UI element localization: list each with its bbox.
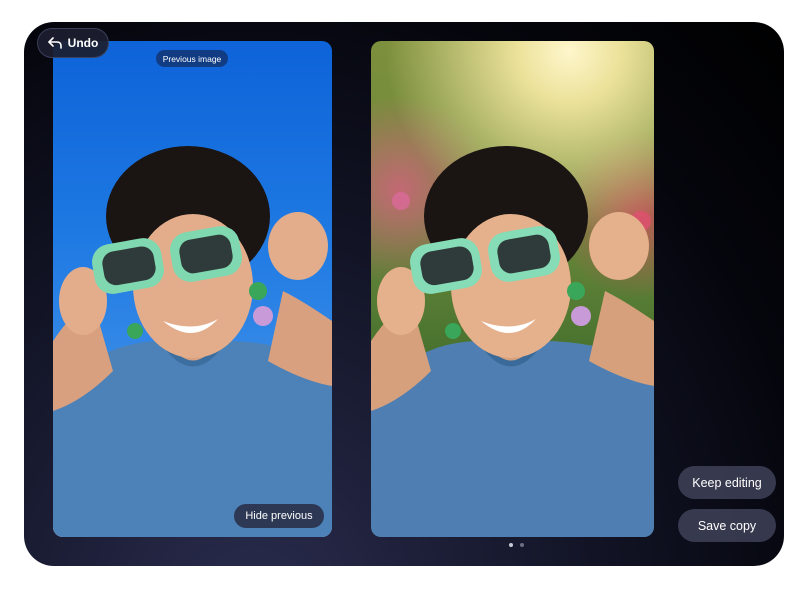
hide-previous-button[interactable]: Hide previous	[234, 504, 324, 528]
editor-screen: Undo Previous image Hide previous Keep e…	[24, 22, 784, 566]
previous-image	[53, 41, 332, 537]
keep-editing-button[interactable]: Keep editing	[678, 466, 776, 499]
page-dot-active[interactable]	[509, 543, 513, 547]
page-dot[interactable]	[520, 543, 524, 547]
save-copy-button[interactable]: Save copy	[678, 509, 776, 542]
portrait-illustration-previous	[53, 146, 332, 537]
page-indicator	[509, 543, 524, 547]
undo-arrow-icon	[47, 37, 62, 49]
undo-button[interactable]: Undo	[37, 28, 109, 58]
previous-image-badge: Previous image	[156, 50, 228, 67]
edited-image	[371, 41, 654, 537]
undo-label: Undo	[67, 36, 99, 50]
portrait-illustration-edited	[371, 146, 654, 537]
